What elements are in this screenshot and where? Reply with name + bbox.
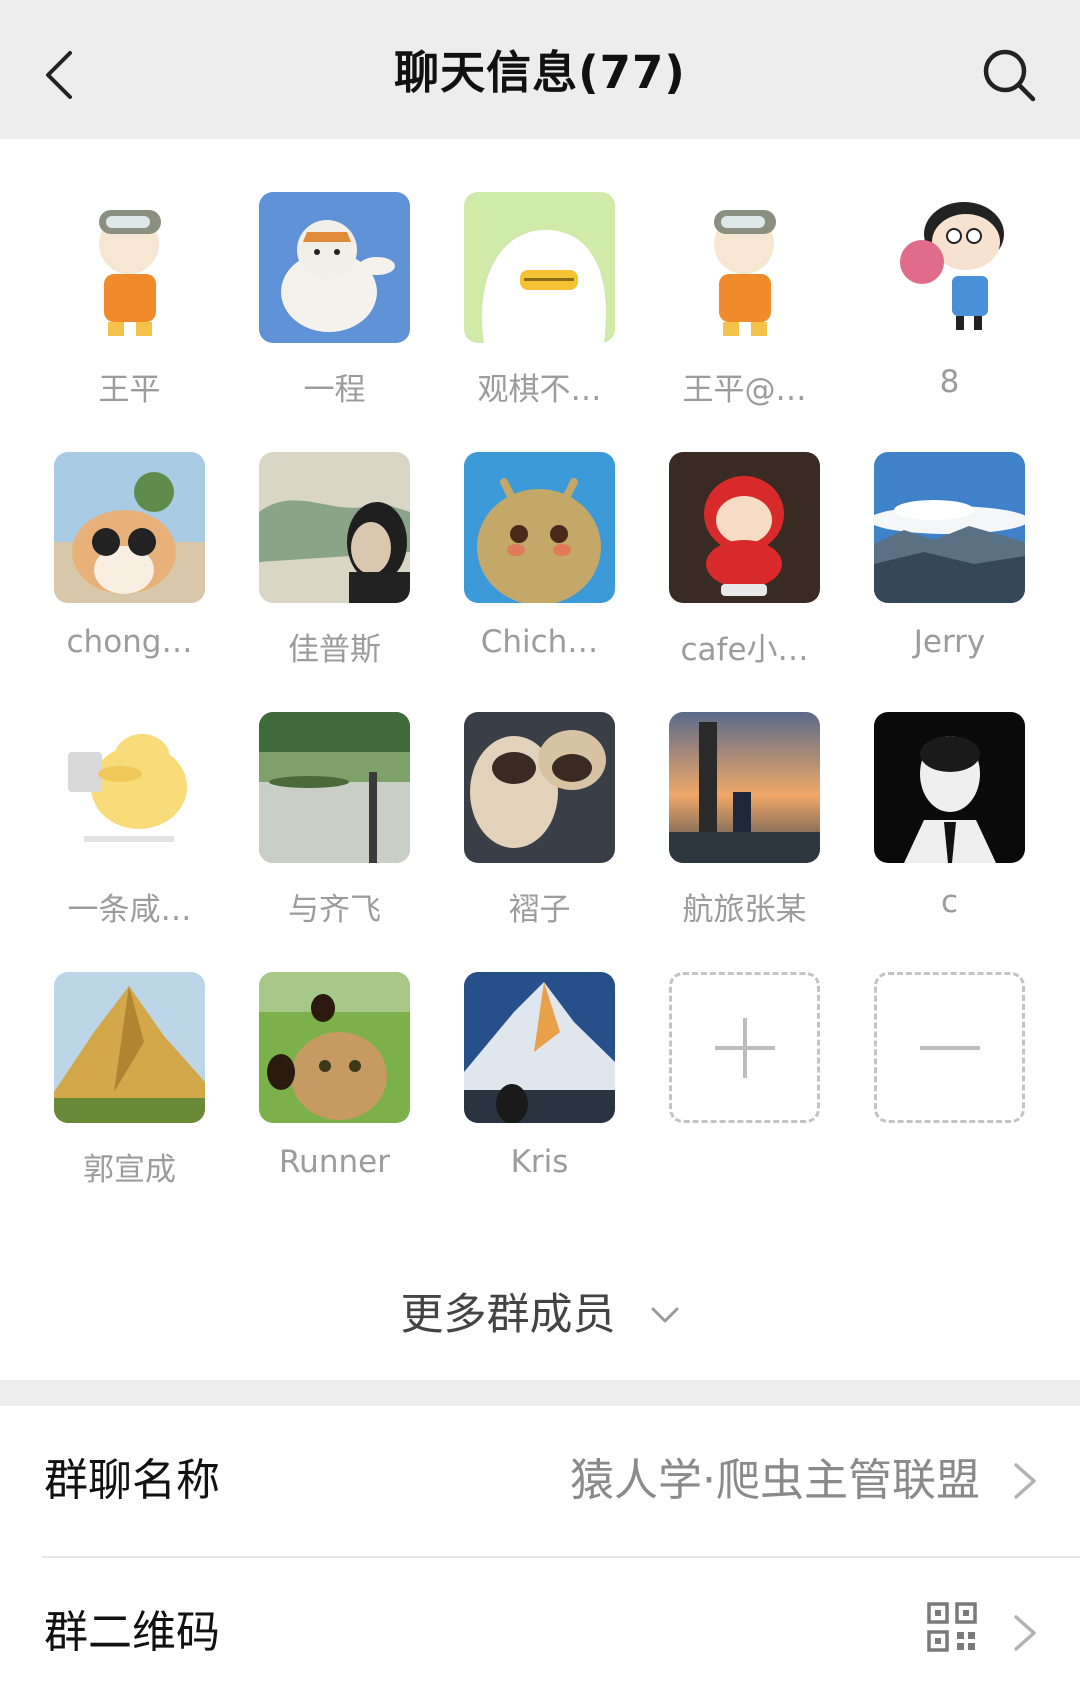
chevron-down-icon: [651, 1307, 678, 1323]
avatar: [259, 192, 410, 343]
add-member-button[interactable]: [642, 972, 847, 1212]
member-item[interactable]: 郭宣成: [27, 972, 232, 1212]
member-item[interactable]: cafe小…: [642, 452, 847, 692]
member-item[interactable]: 褶子: [437, 712, 642, 952]
avatar: [464, 712, 615, 863]
member-name: 一程: [303, 372, 366, 408]
member-name: 航旅张某: [682, 892, 807, 928]
member-item[interactable]: 航旅张某: [642, 712, 847, 952]
avatar: [874, 712, 1025, 863]
member-name: Chich…: [480, 624, 599, 660]
avatar: [464, 192, 615, 343]
avatar: [874, 192, 1025, 343]
group-name-value: 猿人学·爬虫主管联盟: [570, 1455, 980, 1506]
group-name-row[interactable]: 群聊名称 猿人学·爬虫主管联盟: [0, 1406, 1080, 1558]
avatar: [464, 972, 615, 1123]
avatar: [54, 712, 205, 863]
member-section: 王平 一程 观棋不… 王平@… 8 chong… 佳普斯 Chich… cafe…: [0, 139, 1080, 1380]
avatar: [54, 192, 205, 343]
member-item[interactable]: Kris: [437, 972, 642, 1212]
avatar: [874, 452, 1025, 603]
member-name: Runner: [279, 1144, 390, 1180]
member-name: 褶子: [508, 892, 571, 928]
avatar: [464, 452, 615, 603]
member-name: 8: [939, 364, 960, 400]
member-name: 王平@…: [682, 372, 807, 408]
member-name: cafe小…: [680, 632, 809, 668]
avatar: [669, 712, 820, 863]
member-item[interactable]: 8: [847, 192, 1052, 432]
minus-icon: [919, 1045, 980, 1050]
member-name: 与齐飞: [288, 892, 381, 928]
member-item[interactable]: chong…: [27, 452, 232, 692]
member-name: 观棋不…: [477, 372, 602, 408]
member-name: Jerry: [913, 624, 986, 660]
member-item[interactable]: 王平@…: [642, 192, 847, 432]
search-button[interactable]: [974, 40, 1044, 110]
avatar: [259, 972, 410, 1123]
more-members-link[interactable]: 更多群成员: [0, 1270, 1080, 1360]
member-item[interactable]: Jerry: [847, 452, 1052, 692]
member-name: chong…: [66, 624, 193, 660]
add-member-tile[interactable]: [669, 972, 820, 1123]
member-name: 郭宣成: [83, 1152, 176, 1188]
remove-member-tile[interactable]: [874, 972, 1025, 1123]
group-qr-label: 群二维码: [44, 1607, 220, 1658]
avatar: [669, 192, 820, 343]
top-nav-bar: 聊天信息(77): [0, 0, 1080, 139]
chevron-right-icon: [1014, 1615, 1036, 1651]
group-name-label: 群聊名称: [44, 1455, 220, 1506]
member-item[interactable]: 一条咸…: [27, 712, 232, 952]
member-name: 王平: [98, 372, 161, 408]
group-qr-row[interactable]: 群二维码: [0, 1558, 1080, 1694]
member-item[interactable]: Chich…: [437, 452, 642, 692]
member-item[interactable]: 与齐飞: [232, 712, 437, 952]
member-item[interactable]: 一程: [232, 192, 437, 432]
member-item[interactable]: Runner: [232, 972, 437, 1212]
member-item[interactable]: 佳普斯: [232, 452, 437, 692]
member-item[interactable]: 王平: [27, 192, 232, 432]
more-members-label: 更多群成员: [400, 1290, 616, 1340]
avatar: [54, 972, 205, 1123]
chevron-right-icon: [1014, 1463, 1036, 1499]
search-icon: [983, 49, 1036, 102]
remove-member-button[interactable]: [847, 972, 1052, 1212]
member-name: 一条咸…: [67, 892, 192, 928]
section-divider: [0, 1380, 1080, 1406]
qr-code-icon: [927, 1602, 977, 1652]
avatar: [54, 452, 205, 603]
page-title: 聊天信息(77): [394, 46, 686, 99]
member-item[interactable]: 观棋不…: [437, 192, 642, 432]
avatar: [669, 452, 820, 603]
member-item[interactable]: c: [847, 712, 1052, 952]
member-name: c: [940, 884, 959, 920]
settings-list: 群聊名称 猿人学·爬虫主管联盟 群二维码: [0, 1406, 1080, 1694]
plus-icon: [714, 1017, 775, 1078]
member-name: 佳普斯: [288, 632, 381, 668]
member-name: Kris: [510, 1144, 569, 1180]
avatar: [259, 712, 410, 863]
avatar: [259, 452, 410, 603]
